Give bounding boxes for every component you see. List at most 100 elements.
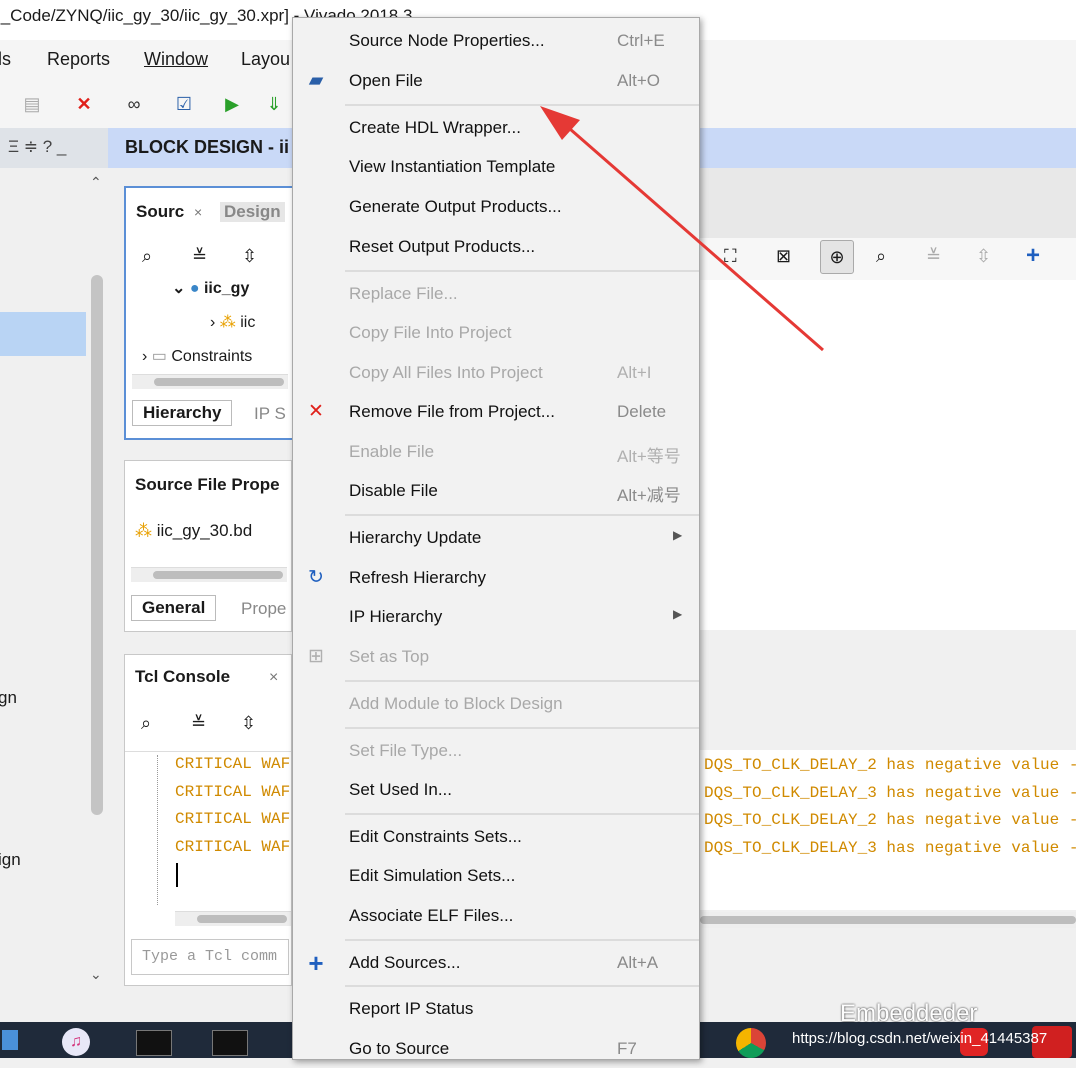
console-line: DQS_TO_CLK_DELAY_3 has negative value - [704,784,1076,802]
flow-selected-item[interactable] [0,312,86,356]
menu-item-shortcut: Ctrl+E [617,31,665,50]
console-line: DQS_TO_CLK_DELAY_2 has negative value - [704,756,1076,774]
menu-item-label: Copy File Into Project [349,323,512,342]
header-icons[interactable]: Ξ ≑ ? _ [8,137,66,157]
menu-item-label: Edit Simulation Sets... [349,866,516,885]
menu-item-label: Add Module to Block Design [349,694,563,713]
tcl-command-input[interactable]: Type a Tcl comm [131,939,289,975]
expand-all-icon[interactable]: ⇳ [242,246,257,267]
menu-tools[interactable]: ls [0,49,11,70]
tab-design[interactable]: Design [220,202,285,222]
tcl-console-title: Tcl Console [135,667,231,686]
tab-sources[interactable]: Sourc [136,202,184,222]
console-line: CRITICAL WAF [175,755,291,773]
scroll-down-icon[interactable]: ⌄ [90,966,102,983]
close-icon[interactable]: × [194,204,202,220]
flow-navigator-header: Ξ ≑ ? _ [0,128,108,168]
menu-item-edit-simulation-sets[interactable]: Edit Simulation Sets... [293,857,699,895]
delete-icon[interactable]: ✕ [72,92,96,116]
menu-item-remove-file-from-project[interactable]: ✕ Remove File from Project... Delete [293,393,699,431]
console-right-hscroll[interactable] [700,912,1076,928]
properties-file: ⁂ iic_gy_30.bd [135,521,253,540]
menu-item-go-to-source[interactable]: Go to Source F7 [293,1030,699,1068]
tab-properties[interactable]: Prope [241,599,286,619]
tab-hierarchy[interactable]: Hierarchy [132,400,233,426]
tcl-console-pane: Tcl Console × ⌕ ≚ ⇳ CRITICAL WAF CRITICA… [124,654,292,986]
search-icon[interactable]: ⌕ [142,246,152,267]
sources-hscroll[interactable] [132,374,288,389]
menu-item-shortcut: Alt+减号 [617,486,681,505]
menu-item-disable-file[interactable]: Disable File Alt+减号 [293,472,699,510]
menu-item-enable-file: Enable File Alt+等号 [293,433,699,471]
menu-item-add-sources[interactable]: + Add Sources... Alt+A [293,944,699,982]
text-cursor [176,863,178,887]
menu-item-set-file-type: Set File Type... [293,732,699,770]
tree-item-root[interactable]: ⌄ ● iic_gy [172,278,249,298]
diagram-bottom-area [700,630,1076,750]
menu-item-refresh-hierarchy[interactable]: ↻ Refresh Hierarchy [293,559,699,597]
left-scrollbar-thumb[interactable] [91,275,103,815]
menu-item-label: IP Hierarchy [349,607,443,626]
menu-item-label: Report IP Status [349,999,474,1018]
refresh-icon: ↻ [308,567,324,588]
tree-item-constraints[interactable]: › ▭ Constraints [142,346,252,366]
menu-separator [345,939,699,941]
menu-item-open-file[interactable]: ▰ Open File Alt+O [293,62,699,100]
flow-item-label[interactable]: gn [0,688,17,708]
run-icon[interactable]: ▶ [220,92,244,116]
menu-item-shortcut: Alt+I [617,363,652,382]
console-line: DQS_TO_CLK_DELAY_3 has negative value - [704,839,1076,857]
menu-item-set-used-in[interactable]: Set Used In... [293,771,699,809]
menu-window[interactable]: Window [144,49,208,70]
binoculars-icon[interactable]: ∞ [122,92,146,116]
add-icon: + [308,948,324,978]
expand-all-icon[interactable]: ⇳ [241,713,256,734]
expand-all-icon[interactable]: ⇳ [976,246,991,267]
menu-separator [345,727,699,729]
menu-item-source-node-properties[interactable]: Source Node Properties... Ctrl+E [293,22,699,60]
menu-item-report-ip-status[interactable]: Report IP Status [293,990,699,1028]
menu-item-label: Enable File [349,442,435,461]
scroll-up-icon[interactable]: ⌃ [90,174,102,191]
checkbox-icon[interactable]: ☑ [172,92,196,116]
menu-item-ip-hierarchy[interactable]: IP Hierarchy ▶ [293,598,699,636]
collapse-all-icon[interactable]: ≚ [926,246,941,267]
menu-item-label: Source Node Properties... [349,31,545,50]
menu-item-label: Reset Output Products... [349,237,536,256]
menu-reports[interactable]: Reports [47,49,110,70]
menu-item-label: Set File Type... [349,741,463,760]
menu-item-shortcut: F7 [617,1039,637,1058]
app-icon[interactable] [2,1030,18,1050]
music-icon[interactable]: ♫ [62,1028,90,1056]
menu-item-label: Open File [349,71,423,90]
console-hscroll[interactable] [175,911,291,926]
menu-separator [345,680,699,682]
folder-icon: ▰ [308,70,324,91]
source-file-properties-pane: Source File Prope ⁂ iic_gy_30.bd General… [124,460,292,632]
add-icon[interactable]: + [1026,242,1040,270]
search-icon[interactable]: ⌕ [141,713,151,734]
menu-item-associate-elf-files[interactable]: Associate ELF Files... [293,897,699,935]
copy-icon[interactable]: ▤ [20,92,44,116]
arrow-head [540,106,580,140]
menu-item-shortcut: Alt+A [617,953,659,972]
close-icon[interactable]: × [269,669,278,687]
download-icon[interactable]: ⇓ [262,92,286,116]
properties-hscroll[interactable] [131,567,287,582]
tab-general[interactable]: General [131,595,217,621]
collapse-all-icon[interactable]: ≚ [191,713,206,734]
menu-item-label: Edit Constraints Sets... [349,827,522,846]
search-icon[interactable]: ⌕ [876,246,886,267]
menu-item-edit-constraints-sets[interactable]: Edit Constraints Sets... [293,818,699,856]
chrome-icon[interactable] [736,1028,766,1058]
tree-item-bd[interactable]: › ⁂ iic [210,312,255,332]
collapse-all-icon[interactable]: ≚ [192,246,207,267]
block-design-title: BLOCK DESIGN - ii [125,137,290,157]
menu-item-add-module-to-block-design: Add Module to Block Design [293,685,699,723]
menu-layout[interactable]: Layou [241,49,290,70]
tab-ip-sources[interactable]: IP S [254,404,286,424]
terminal-icon[interactable] [136,1030,172,1056]
menu-item-hierarchy-update[interactable]: Hierarchy Update ▶ [293,519,699,557]
terminal-icon[interactable] [212,1030,248,1056]
flow-item-label[interactable]: ign [0,850,21,870]
